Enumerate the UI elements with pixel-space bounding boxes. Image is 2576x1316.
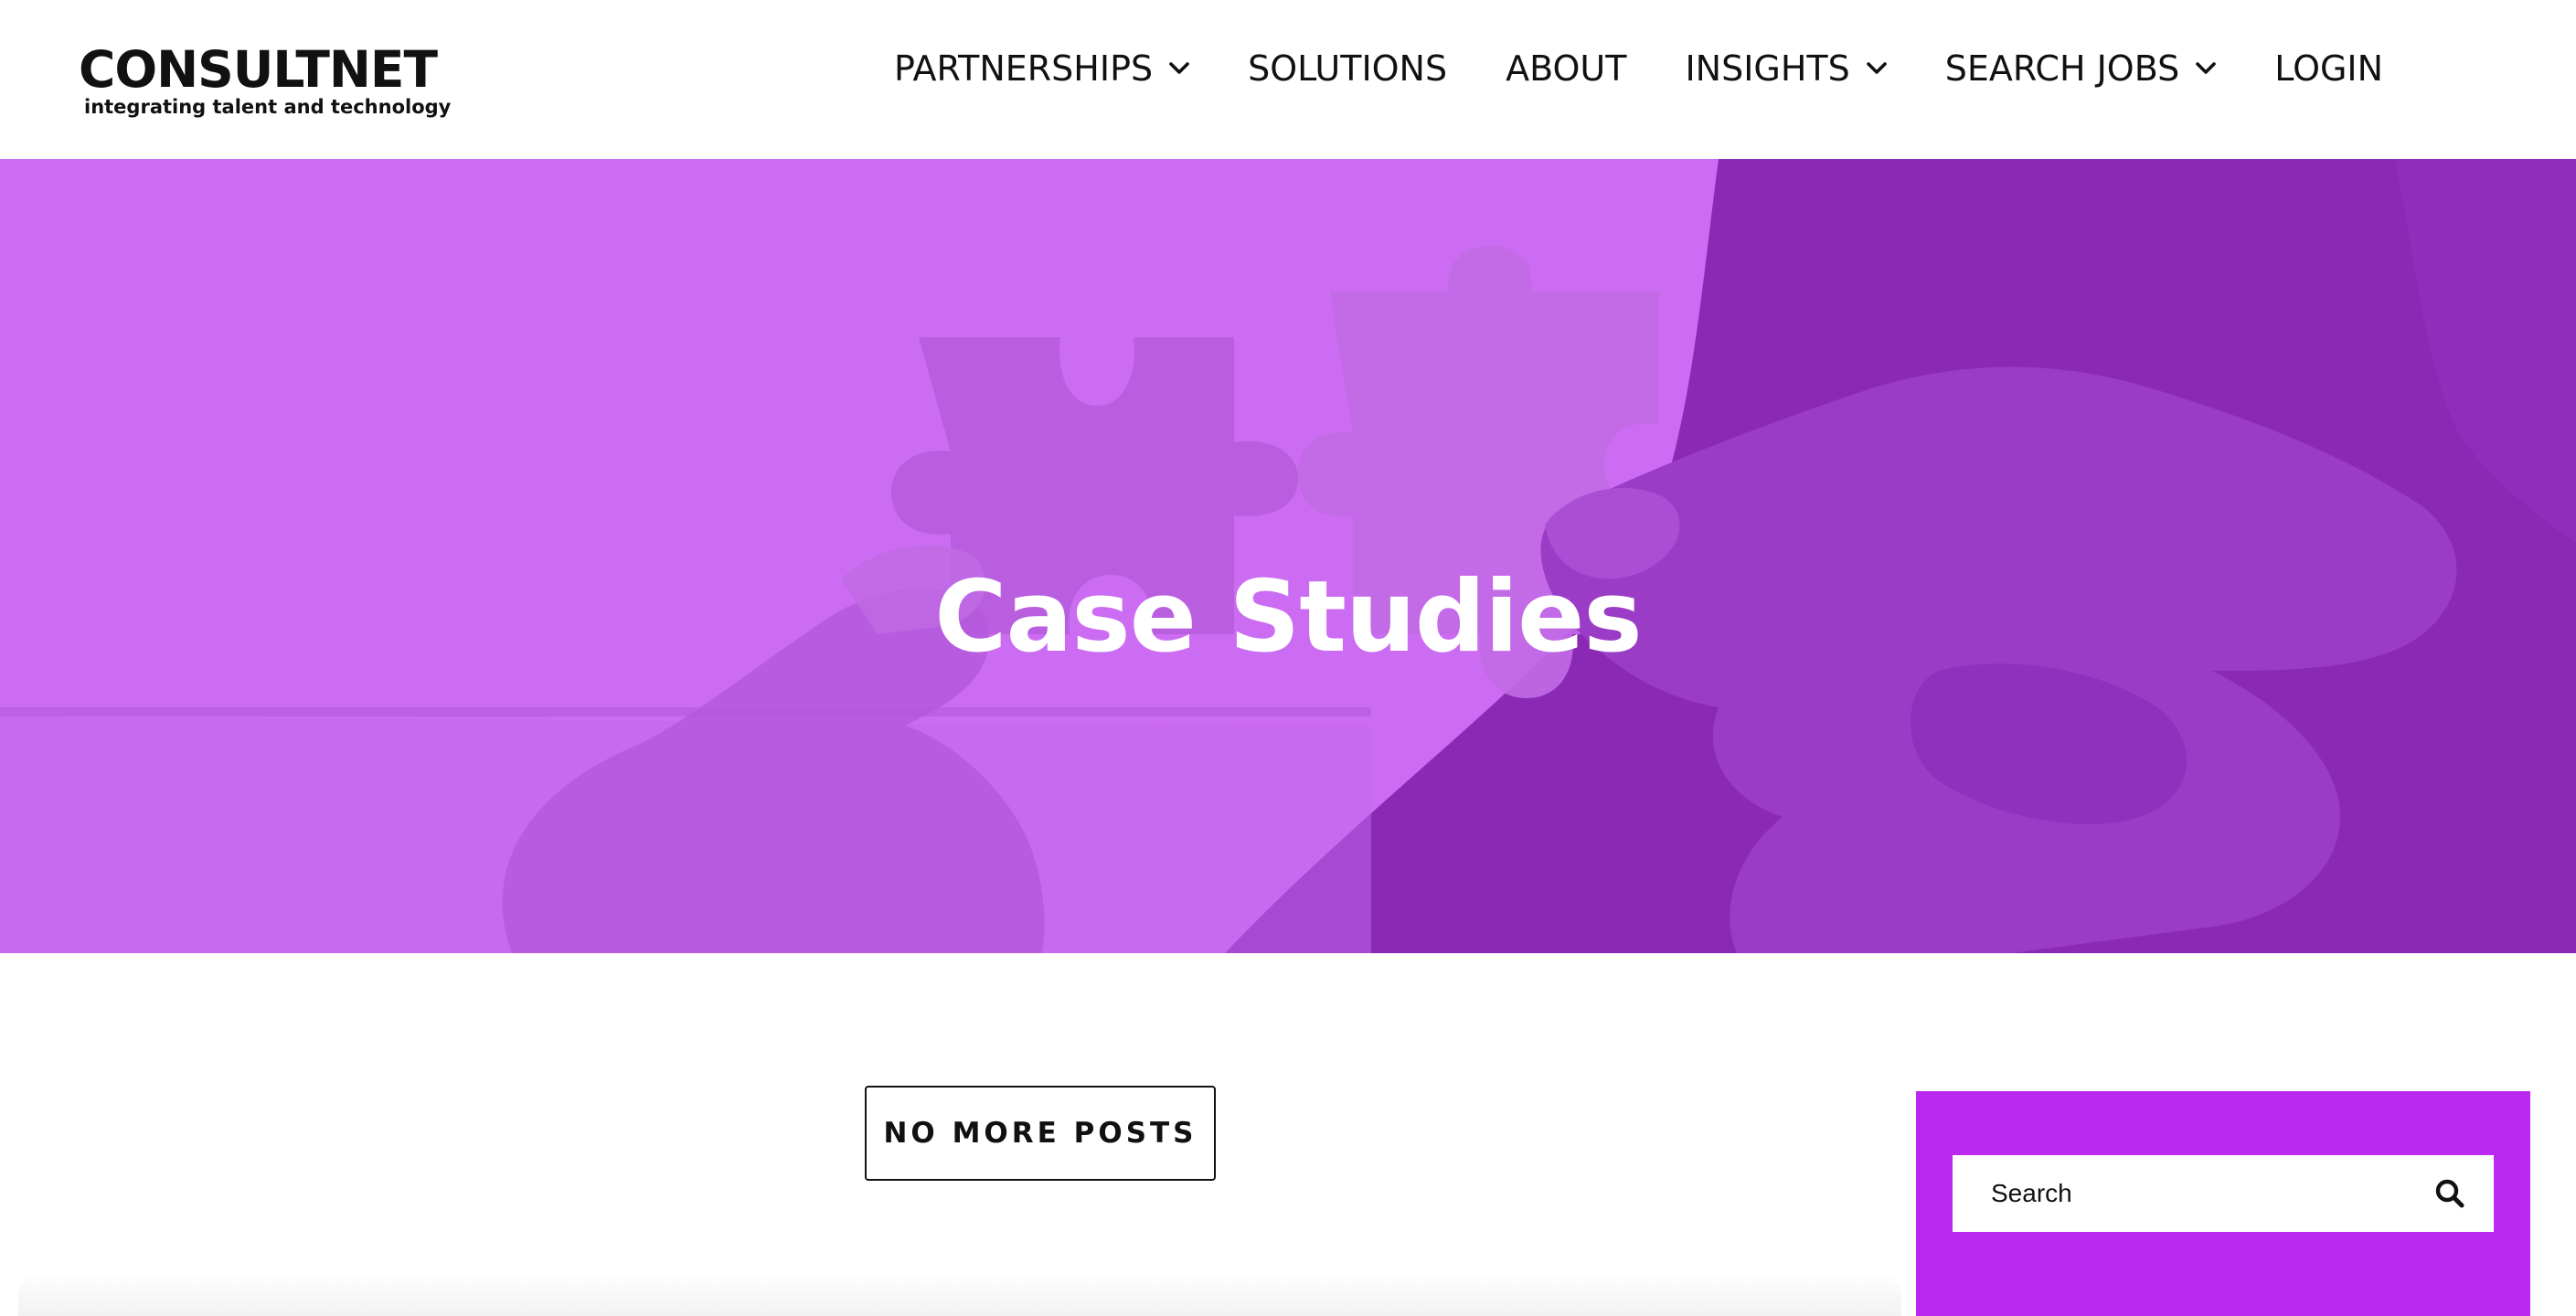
- logo-wordmark: CONSULTNET: [79, 40, 438, 99]
- nav-item-label: INSIGHTS: [1685, 48, 1850, 89]
- logo-tagline: integrating talent and technology: [84, 96, 452, 118]
- nav-item-about[interactable]: ABOUT: [1506, 44, 1626, 93]
- nav-item-partnerships[interactable]: PARTNERSHIPS: [894, 44, 1189, 93]
- nav-item-label: PARTNERSHIPS: [894, 48, 1154, 89]
- content-card-edge: [18, 1270, 1901, 1316]
- nav-item-label: SEARCH JOBS: [1944, 48, 2180, 89]
- hero-banner: Case Studies: [0, 159, 2576, 953]
- nav-item-search-jobs[interactable]: SEARCH JOBS: [1944, 44, 2217, 93]
- chevron-down-icon: [2196, 62, 2217, 75]
- site-header: CONSULTNET integrating talent and techno…: [0, 0, 2576, 159]
- search-input[interactable]: [1991, 1157, 2448, 1230]
- search-form: [1953, 1155, 2494, 1232]
- hero-background-image: [0, 159, 2576, 953]
- sidebar-search-widget: [1916, 1091, 2530, 1316]
- nav-item-label: ABOUT: [1506, 48, 1627, 89]
- nav-item-label: SOLUTIONS: [1248, 48, 1448, 89]
- no-more-posts-button[interactable]: NO MORE POSTS: [865, 1086, 1216, 1181]
- nav-item-insights[interactable]: INSIGHTS: [1685, 44, 1887, 93]
- search-icon[interactable]: [2433, 1177, 2466, 1210]
- nav-item-login[interactable]: LOGIN: [2274, 44, 2383, 93]
- logo[interactable]: CONSULTNET integrating talent and techno…: [79, 42, 451, 119]
- nav-item-label: LOGIN: [2274, 48, 2384, 89]
- chevron-down-icon: [1169, 62, 1189, 75]
- main-nav: PARTNERSHIPS SOLUTIONS ABOUT INSIGHTS SE…: [894, 44, 2383, 93]
- nav-item-solutions[interactable]: SOLUTIONS: [1248, 44, 1447, 93]
- chevron-down-icon: [1866, 62, 1887, 75]
- page-title: Case Studies: [934, 560, 1642, 675]
